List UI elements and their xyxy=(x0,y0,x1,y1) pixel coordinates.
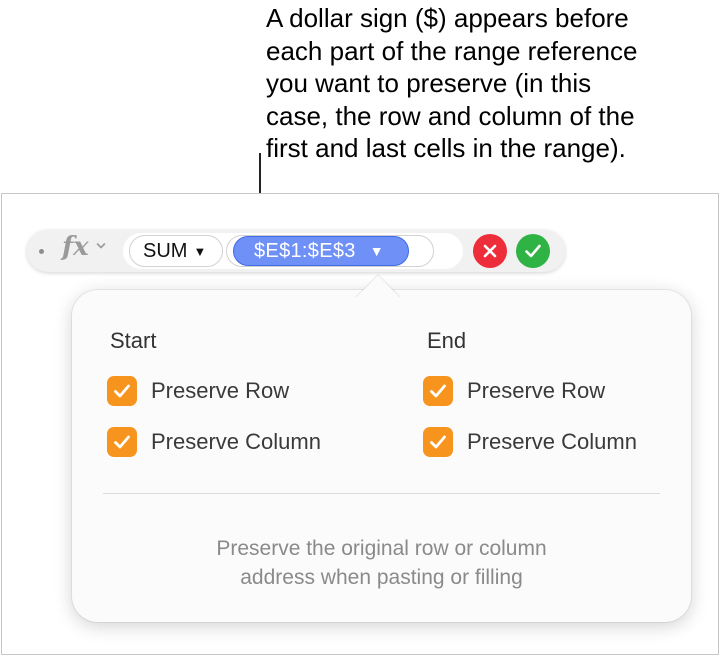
close-icon xyxy=(483,244,497,258)
checkmark-icon xyxy=(114,435,130,449)
callout-text: A dollar sign ($) appears before each pa… xyxy=(266,3,638,163)
end-preserve-row-checkbox[interactable] xyxy=(423,376,453,406)
drag-handle-icon[interactable] xyxy=(39,249,44,254)
end-preserve-row-option[interactable]: Preserve Row xyxy=(423,376,605,406)
start-preserve-column-option[interactable]: Preserve Column xyxy=(107,427,321,457)
start-preserve-column-checkbox[interactable] xyxy=(107,427,137,457)
checkmark-icon xyxy=(430,384,446,398)
option-label: Preserve Row xyxy=(467,378,606,403)
divider xyxy=(103,493,660,494)
cancel-button[interactable] xyxy=(473,234,507,268)
end-preserve-column-option[interactable]: Preserve Column xyxy=(423,427,637,457)
checkmark-icon xyxy=(114,384,130,398)
checkmark-icon xyxy=(430,435,446,449)
dropdown-triangle-icon: ▼ xyxy=(193,243,207,259)
option-label: Preserve Row xyxy=(151,378,290,403)
popover-hint-text: Preserve the original row or column addr… xyxy=(216,537,547,589)
fx-icon[interactable]: fx xyxy=(62,232,89,262)
range-reference-token[interactable]: $E$1:$E$3 ▼ xyxy=(233,236,409,266)
start-preserve-row-checkbox[interactable] xyxy=(107,376,137,406)
start-preserve-row-option[interactable]: Preserve Row xyxy=(107,376,289,406)
range-reference: $E$1:$E$3 xyxy=(254,239,356,262)
function-name: SUM xyxy=(143,239,188,262)
popover-arrow xyxy=(356,274,400,298)
end-section-title: End xyxy=(427,328,467,353)
start-section-title: Start xyxy=(110,328,157,353)
end-preserve-column-checkbox[interactable] xyxy=(423,427,453,457)
option-label: Preserve Column xyxy=(151,429,321,454)
checkmark-icon xyxy=(525,244,541,258)
dropdown-triangle-icon: ▼ xyxy=(369,243,384,259)
chevron-down-icon[interactable] xyxy=(96,241,106,251)
option-label: Preserve Column xyxy=(467,429,637,454)
function-token[interactable]: SUM ▼ xyxy=(129,235,223,267)
accept-button[interactable] xyxy=(516,234,550,268)
